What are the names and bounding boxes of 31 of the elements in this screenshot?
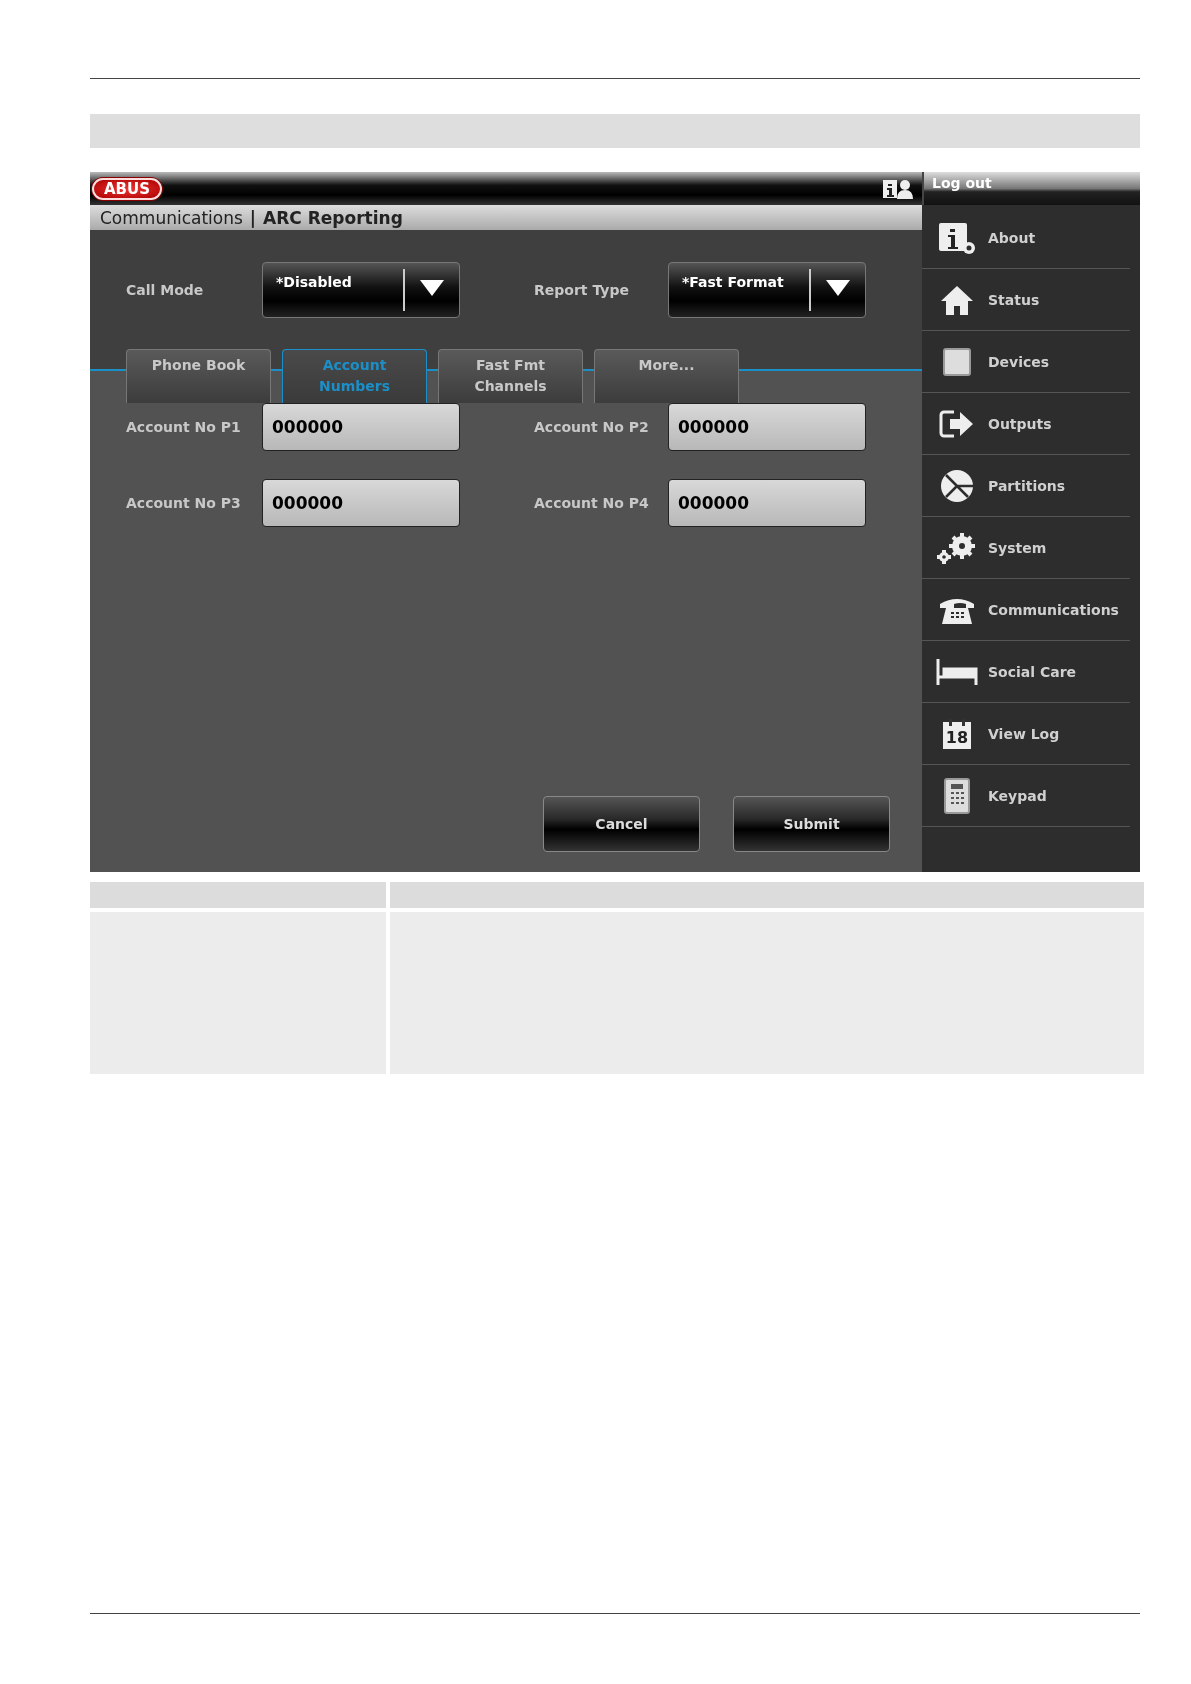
field-label: Report Type: [534, 282, 630, 298]
field-label: Account No P4: [534, 495, 650, 511]
tab[interactable]: More...: [594, 349, 739, 403]
input-field[interactable]: 000000: [262, 403, 460, 451]
action-button[interactable]: Cancel: [543, 796, 700, 852]
input-field[interactable]: 000000: [668, 479, 866, 527]
logo: ABUS: [92, 177, 163, 200]
info-user-icon[interactable]: [882, 177, 914, 200]
tab[interactable]: Fast Fmt Channels: [438, 349, 583, 403]
tab[interactable]: Phone Book: [126, 349, 271, 403]
date-text: 18: [944, 728, 970, 747]
info-gear-icon: [937, 220, 977, 255]
field-label: Account No P1: [126, 419, 242, 435]
page-title: ARC Reporting: [263, 207, 403, 228]
bed-icon: [936, 656, 978, 687]
input-field[interactable]: 000000: [668, 403, 866, 451]
dropdown[interactable]: *Fast Format: [668, 262, 866, 318]
breadcrumb-separator: |: [249, 207, 257, 228]
field-label: Account No P3: [126, 495, 242, 511]
square-icon: [942, 346, 972, 377]
pie-icon: [939, 467, 975, 504]
gears-icon: [936, 530, 978, 565]
caret-icon: [826, 280, 850, 296]
field-label: Call Mode: [126, 282, 205, 298]
breadcrumb-section[interactable]: Communications: [100, 207, 243, 228]
dropdown[interactable]: *Disabled: [262, 262, 460, 318]
caret-icon: [420, 280, 444, 296]
keypad-icon: [943, 777, 971, 814]
input-field[interactable]: 000000: [262, 479, 460, 527]
action-button[interactable]: Submit: [733, 796, 890, 852]
field-label: Account No P2: [534, 419, 650, 435]
